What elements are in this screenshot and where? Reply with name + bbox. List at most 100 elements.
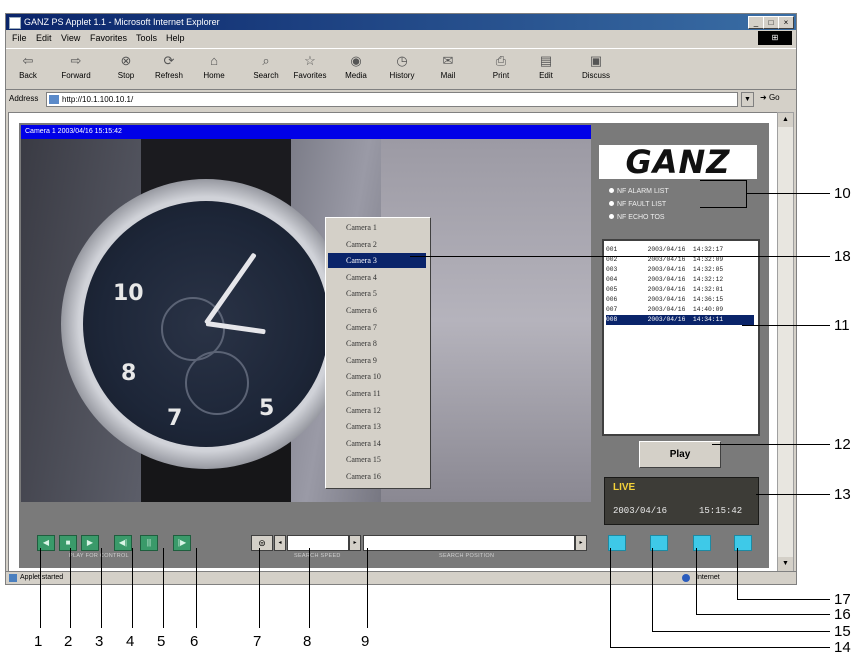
camera-menu-item[interactable]: Camera 5 [328,286,426,301]
windows-logo: ⊞ [758,31,792,45]
print-button[interactable]: ⎙ Print [481,51,521,87]
search-speed-field[interactable] [287,535,349,551]
camera-menu-item[interactable]: Camera 14 [328,436,426,451]
applet-icon [9,574,17,582]
callout-15: 15 [834,623,851,640]
event-list-item[interactable]: 004 2003/04/16 14:32:12 [606,275,754,285]
callout-16: 16 [834,606,851,623]
play-button[interactable]: Play [639,441,721,468]
event-list-item[interactable]: 005 2003/04/16 14:32:01 [606,285,754,295]
discuss-label: Discuss [581,71,610,80]
favorites-button[interactable]: ☆ Favorites [290,51,330,87]
camera-title-bar: Camera 1 2003/04/16 15:15:42 [21,125,591,139]
callout-12: 12 [834,436,851,453]
camera-menu-item[interactable]: Camera 15 [328,452,426,467]
menu-help[interactable]: Help [166,33,185,43]
stop-button[interactable]: ■ [59,535,77,551]
subdial-bottom [185,351,249,415]
camera-menu-item[interactable]: Camera 13 [328,419,426,434]
callout-line-1 [40,548,41,628]
refresh-label: Refresh [154,71,183,80]
event-list-item[interactable]: 007 2003/04/16 14:40:09 [606,305,754,315]
address-dropdown[interactable]: ▼ [741,92,754,107]
callout-5: 5 [157,633,166,650]
browser-window: GANZ PS Applet 1.1 - Microsoft Internet … [5,13,797,585]
event-list-item[interactable]: 006 2003/04/16 14:36:15 [606,295,754,305]
stop-button[interactable]: ⊗ Stop [106,51,146,87]
maximize-button[interactable]: □ [763,16,779,29]
minimize-button[interactable]: _ [748,16,764,29]
camera-menu-item[interactable]: Camera 4 [328,270,426,285]
go-button[interactable]: ➜ Go [760,93,780,102]
back-button[interactable]: ⇦ Back [8,51,48,87]
radio-fault-list[interactable]: NF FAULT LIST [609,201,666,208]
radio-dot [609,201,614,206]
numeral-8: 8 [121,361,137,386]
edit-button[interactable]: ▤ Edit [526,51,566,87]
vertical-scrollbar[interactable]: ▲ ▼ [777,112,794,572]
media-button[interactable]: ◉ Media [336,51,376,87]
event-list[interactable]: 001 2003/04/16 14:32:17 002 2003/04/16 14… [602,239,760,436]
camera-menu-item[interactable]: Camera 6 [328,303,426,318]
event-list-item[interactable]: 003 2003/04/16 14:32:05 [606,265,754,275]
callout-2: 2 [64,633,73,650]
camera-menu-item[interactable]: Camera 8 [328,336,426,351]
window-title: GANZ PS Applet 1.1 - Microsoft Internet … [24,17,220,27]
menu-view[interactable]: View [61,33,80,43]
speed-increase-button[interactable]: ▸ [349,535,361,551]
camera-menu-item[interactable]: Camera 7 [328,320,426,335]
close-button[interactable]: × [778,16,794,29]
radio-dot [609,188,614,193]
event-list-item[interactable]: 001 2003/04/16 14:32:17 [606,245,754,255]
step-back-button[interactable]: ◀| [114,535,132,551]
browser-status-bar: Applet started Internet [6,571,796,584]
search-position-field[interactable] [363,535,575,551]
camera-menu-item[interactable]: Camera 11 [328,386,426,401]
address-input[interactable]: http://10.1.100.10.1/ [46,92,738,107]
pause-button[interactable]: || [140,535,158,551]
menu-edit[interactable]: Edit [36,33,52,43]
home-button[interactable]: ⌂ Home [194,51,234,87]
camera-menu-item[interactable]: Camera 9 [328,353,426,368]
mail-button[interactable]: ✉ Mail [428,51,468,87]
speed-decrease-button[interactable]: ◂ [274,535,286,551]
search-icon: ⌕ [262,53,270,68]
menu-favorites[interactable]: Favorites [90,33,127,43]
step-forward-button[interactable]: |▶ [173,535,191,551]
callout-line-16-v [696,548,697,615]
search-position-button[interactable]: ▸ [575,535,587,551]
callout-6: 6 [190,633,199,650]
camera-menu-item[interactable]: Camera 12 [328,403,426,418]
scroll-up-button[interactable]: ▲ [778,113,793,127]
radio-alarm-list[interactable]: NF ALARM LIST [609,188,669,195]
callout-7: 7 [253,633,262,650]
camera-capture-button[interactable]: ⊜ [251,535,273,551]
forward-button[interactable]: ⇨ Forward [56,51,96,87]
menu-file[interactable]: File [12,33,27,43]
video-view[interactable]: 10 8 7 5 [21,139,591,502]
mail-label: Mail [440,71,456,80]
discuss-button[interactable]: ▣ Discuss [576,51,616,87]
history-button[interactable]: ◷ History [382,51,422,87]
event-list-item[interactable]: 008 2003/04/16 14:34:11 [606,315,754,325]
search-button[interactable]: ⌕ Search [246,51,286,87]
camera-menu-item[interactable]: Camera 10 [328,369,426,384]
callout-line-2 [70,548,71,628]
callout-line-16-h [696,614,830,615]
radio-echo-tos[interactable]: NF ECHO TOS [609,214,665,221]
camera-menu-item[interactable]: Camera 2 [328,237,426,252]
refresh-button[interactable]: ⟳ Refresh [149,51,189,87]
menu-tools[interactable]: Tools [136,33,157,43]
callout-line-9 [367,548,368,628]
callout-line-17-h [737,599,830,600]
page-icon [49,95,59,104]
live-indicator: LIVE [613,482,636,493]
callout-line-3 [101,548,102,628]
scroll-down-button[interactable]: ▼ [778,557,793,571]
play-control-button[interactable]: ▶ [81,535,99,551]
callout-line-6 [196,548,197,628]
menu-bar: File Edit View Favorites Tools Help [6,31,796,47]
callout-9: 9 [361,633,370,650]
camera-menu-item[interactable]: Camera 1 [328,220,426,235]
camera-menu-item[interactable]: Camera 16 [328,469,426,484]
